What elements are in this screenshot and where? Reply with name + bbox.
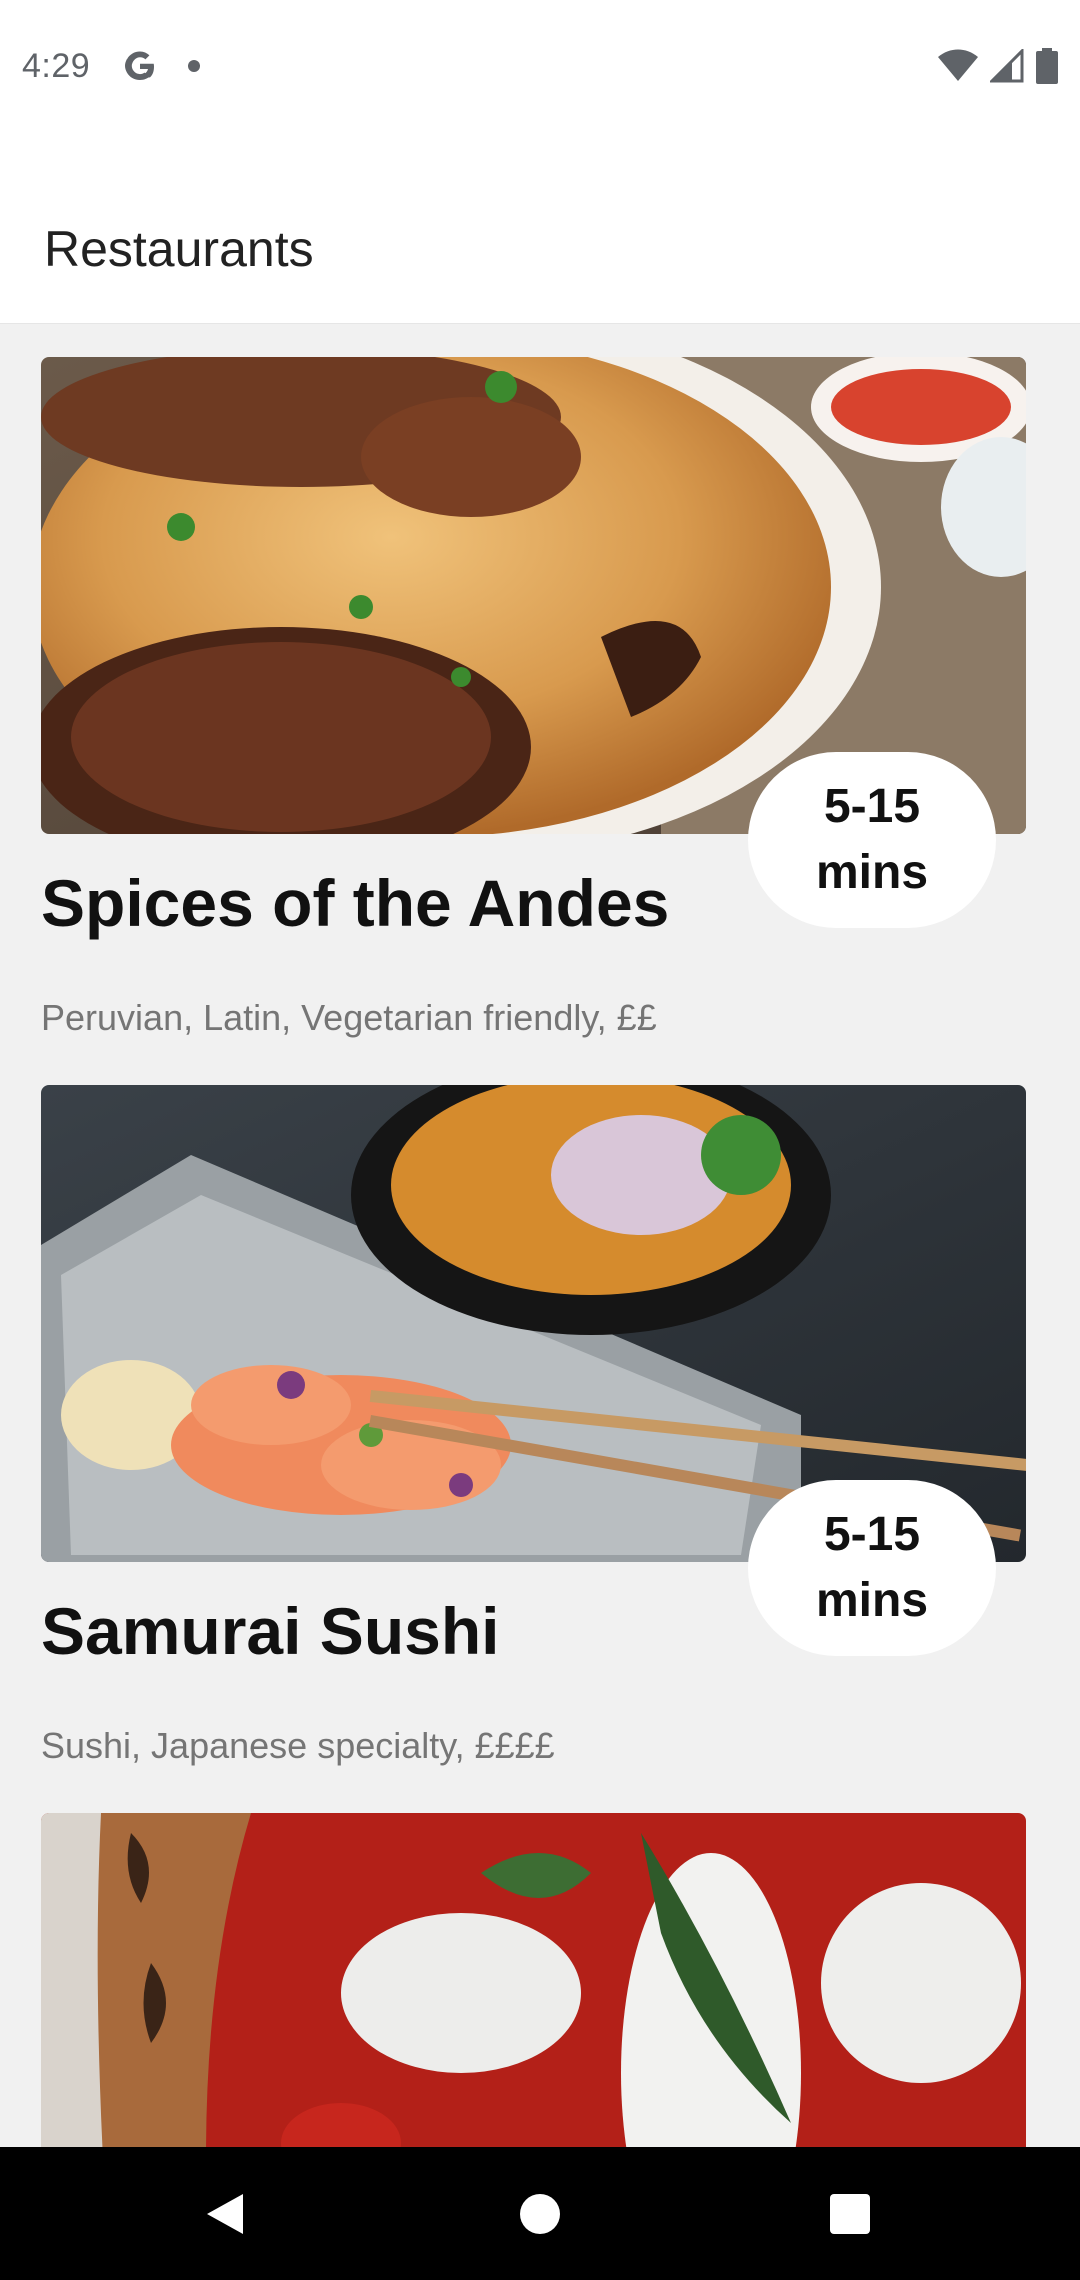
google-icon [125, 51, 155, 80]
notification-dot-icon [188, 60, 201, 72]
margherita-pizza-photo [41, 1813, 1026, 2147]
status-time: 4:29 [22, 46, 91, 85]
delivery-time-value: 5-15 [823, 780, 921, 833]
battery-icon [1036, 48, 1058, 84]
system-nav-bar [0, 2147, 1080, 2280]
restaurant-photo [41, 1813, 1026, 2147]
page-title: Restaurants [44, 221, 314, 277]
delivery-time-badge: 5-15 mins [748, 752, 996, 928]
recents-button[interactable] [770, 2147, 930, 2280]
wifi-icon [938, 49, 978, 81]
app-bar: Restaurants [0, 132, 1080, 324]
cell-signal-icon [990, 49, 1024, 83]
status-bar: 4:29 [0, 0, 1080, 132]
status-icons [938, 48, 1058, 84]
delivery-time-unit: mins [815, 1574, 929, 1627]
recents-icon [830, 2193, 870, 2234]
back-button[interactable] [145, 2147, 305, 2280]
screen: 4:29 Restaurants 5-15 mins Spices of the… [0, 0, 1080, 2280]
restaurant-tags: Sushi, Japanese specialty, ££££ [41, 1725, 555, 1766]
back-icon [207, 2193, 243, 2234]
restaurant-name: Spices of the Andes [41, 866, 670, 940]
restaurant-list[interactable]: 5-15 mins Spices of the Andes Peruvian, … [0, 325, 1080, 2147]
restaurant-tags: Peruvian, Latin, Vegetarian friendly, ££ [41, 997, 657, 1038]
restaurant-name: Samurai Sushi [41, 1594, 500, 1668]
delivery-time-unit: mins [815, 846, 929, 899]
delivery-time-badge: 5-15 mins [748, 1480, 996, 1656]
home-button[interactable] [460, 2147, 620, 2280]
home-icon [520, 2193, 560, 2234]
delivery-time-value: 5-15 [823, 1508, 921, 1561]
